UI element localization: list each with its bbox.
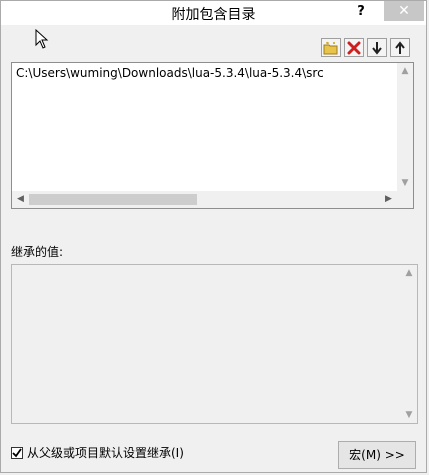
directory-list[interactable]: C:\Users\wuming\Downloads\lua-5.3.4\lua-… [11, 62, 414, 209]
scroll-down-arrow-icon[interactable]: ▼ [397, 175, 413, 191]
move-down-button[interactable] [367, 38, 387, 57]
inherited-scroll-up-arrow-icon[interactable]: ▲ [401, 265, 417, 281]
delete-button[interactable] [344, 38, 364, 57]
mouse-cursor-icon [35, 29, 49, 49]
move-up-button[interactable] [390, 38, 410, 57]
inherit-option[interactable]: 从父级或项目默认设置继承(I) [11, 444, 184, 461]
inherited-vertical-scrollbar[interactable]: ▲ ▼ [401, 265, 417, 423]
inherited-values-box: ▲ ▼ [11, 264, 418, 424]
close-button[interactable]: ✕ [384, 1, 424, 21]
dialog-window: 附加包含目录 ? ✕ C:\Users\wuming\Downloads\lua… [0, 0, 427, 473]
new-folder-icon [323, 41, 338, 54]
scroll-up-arrow-icon[interactable]: ▲ [397, 63, 413, 79]
inherited-values-label: 继承的值: [11, 245, 64, 259]
delete-icon [347, 41, 361, 54]
directory-toolbar [321, 38, 410, 57]
new-line-button[interactable] [321, 38, 341, 57]
arrow-up-icon [395, 40, 405, 54]
scrollbar-corner [397, 191, 413, 208]
vertical-scrollbar[interactable]: ▲ ▼ [397, 63, 413, 191]
macro-button[interactable]: 宏(M) >> [338, 441, 416, 469]
horizontal-scrollbar[interactable]: ◀ ▶ [12, 191, 397, 208]
help-button[interactable]: ? [352, 2, 370, 22]
checkmark-icon [12, 447, 22, 457]
title-bar: 附加包含目录 ? ✕ [1, 1, 426, 25]
horizontal-scroll-thumb[interactable] [29, 194, 197, 205]
inherit-checkbox[interactable] [11, 446, 23, 459]
arrow-down-icon [372, 41, 382, 55]
inherit-checkbox-label[interactable]: 从父级或项目默认设置继承(I) [27, 444, 184, 461]
scroll-left-arrow-icon[interactable]: ◀ [12, 191, 29, 208]
inherited-scroll-down-arrow-icon[interactable]: ▼ [401, 407, 417, 423]
scroll-right-arrow-icon[interactable]: ▶ [380, 191, 397, 208]
list-item[interactable]: C:\Users\wuming\Downloads\lua-5.3.4\lua-… [16, 66, 324, 80]
